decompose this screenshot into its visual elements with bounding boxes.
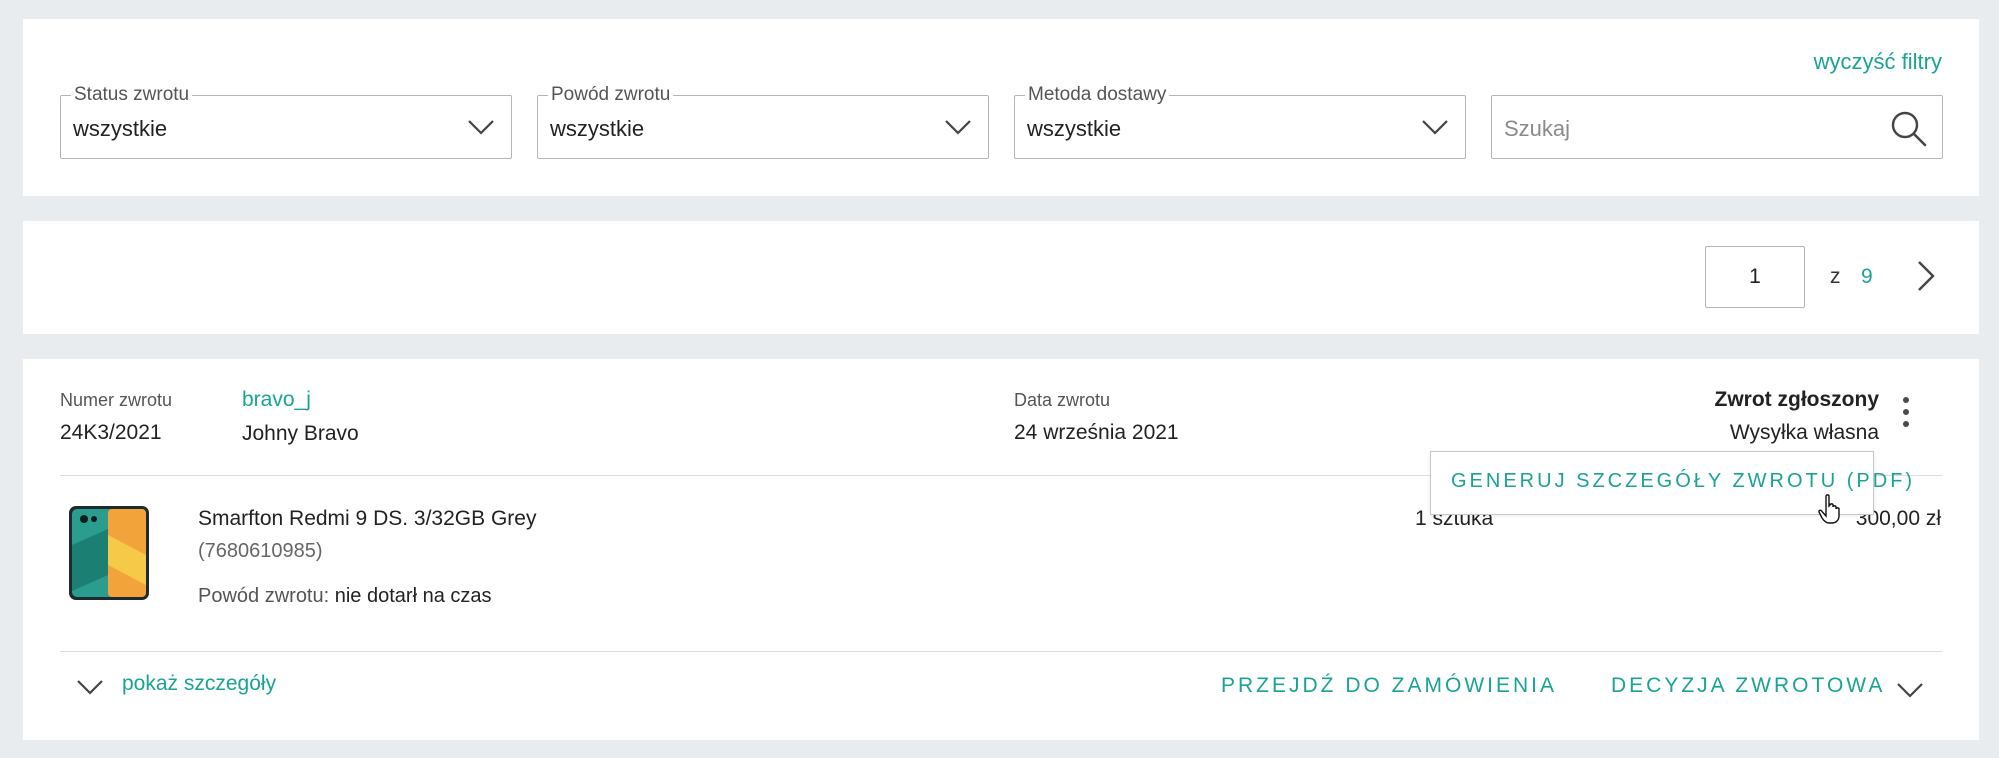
filters-panel: wyczyść filtry Status zwrotu wszystkie P…: [23, 19, 1979, 196]
delivery-method-select[interactable]: Metoda dostawy wszystkie: [1014, 83, 1466, 159]
status-select-value: wszystkie: [73, 116, 168, 141]
page-of-label: z: [1830, 265, 1841, 288]
actions-dropdown: GENERUJ SZCZEGÓŁY ZWROTU (PDF): [1430, 451, 1912, 515]
return-date: 24 września 2021: [1014, 421, 1179, 444]
customer-username-link[interactable]: bravo_j: [242, 388, 311, 412]
product-return-reason-label: Powód zwrotu:: [198, 585, 330, 607]
product-id: (7680610985): [198, 540, 323, 562]
return-number-label: Numer zwrotu: [60, 390, 173, 410]
return-card: Numer zwrotu 24K3/2021 bravo_j Johny Bra…: [23, 359, 1979, 740]
delivery-method-select-value: wszystkie: [1027, 116, 1122, 141]
return-date-label: Data zwrotu: [1014, 390, 1111, 410]
go-to-order-button[interactable]: PRZEJDŹ DO ZAMÓWIENIA: [1221, 674, 1557, 698]
search-input[interactable]: Szukaj: [1491, 95, 1943, 159]
chevron-down-icon: [945, 120, 971, 135]
divider: [60, 651, 1942, 652]
search-icon[interactable]: [1888, 108, 1928, 148]
status-select[interactable]: Status zwrotu wszystkie: [60, 83, 512, 159]
more-options-icon[interactable]: [1899, 397, 1913, 433]
product-return-reason: Powód zwrotu: nie dotarł na czas: [198, 585, 492, 608]
clear-filters-link[interactable]: wyczyść filtry: [1814, 49, 1942, 75]
return-number: 24K3/2021: [60, 421, 162, 444]
generate-pdf-menu-item[interactable]: GENERUJ SZCZEGÓŁY ZWROTU (PDF): [1451, 470, 1915, 493]
chevron-down-icon: [1422, 120, 1448, 135]
hand-cursor-icon: [1818, 494, 1840, 524]
chevron-right-icon[interactable]: [1913, 256, 1939, 296]
return-status: Zwrot zgłoszony: [1714, 388, 1880, 411]
chevron-down-icon: [468, 120, 494, 135]
page-number-input[interactable]: 1: [1705, 246, 1805, 308]
reason-select[interactable]: Powód zwrotu wszystkie: [537, 83, 989, 159]
return-decision-button[interactable]: DECYZJA ZWROTOWA: [1611, 674, 1885, 698]
shipping-method: Wysyłka własna: [1729, 421, 1879, 444]
reason-select-value: wszystkie: [550, 116, 645, 141]
reason-select-label: Powód zwrotu: [548, 83, 674, 107]
chevron-down-icon[interactable]: [76, 677, 104, 697]
product-image: [69, 506, 149, 600]
pagination-panel: 1 z 9: [23, 221, 1979, 334]
product-name: Smarfton Redmi 9 DS. 3/32GB Grey: [198, 507, 537, 530]
page-total-link[interactable]: 9: [1861, 265, 1873, 289]
chevron-down-icon[interactable]: [1896, 680, 1924, 700]
delivery-method-select-label: Metoda dostawy: [1025, 83, 1170, 107]
customer-name: Johny Bravo: [242, 422, 359, 445]
status-select-label: Status zwrotu: [71, 83, 193, 107]
search-placeholder: Szukaj: [1504, 116, 1571, 141]
product-return-reason-value: nie dotarł na czas: [334, 585, 492, 607]
show-details-link[interactable]: pokaż szczegóły: [122, 672, 276, 696]
